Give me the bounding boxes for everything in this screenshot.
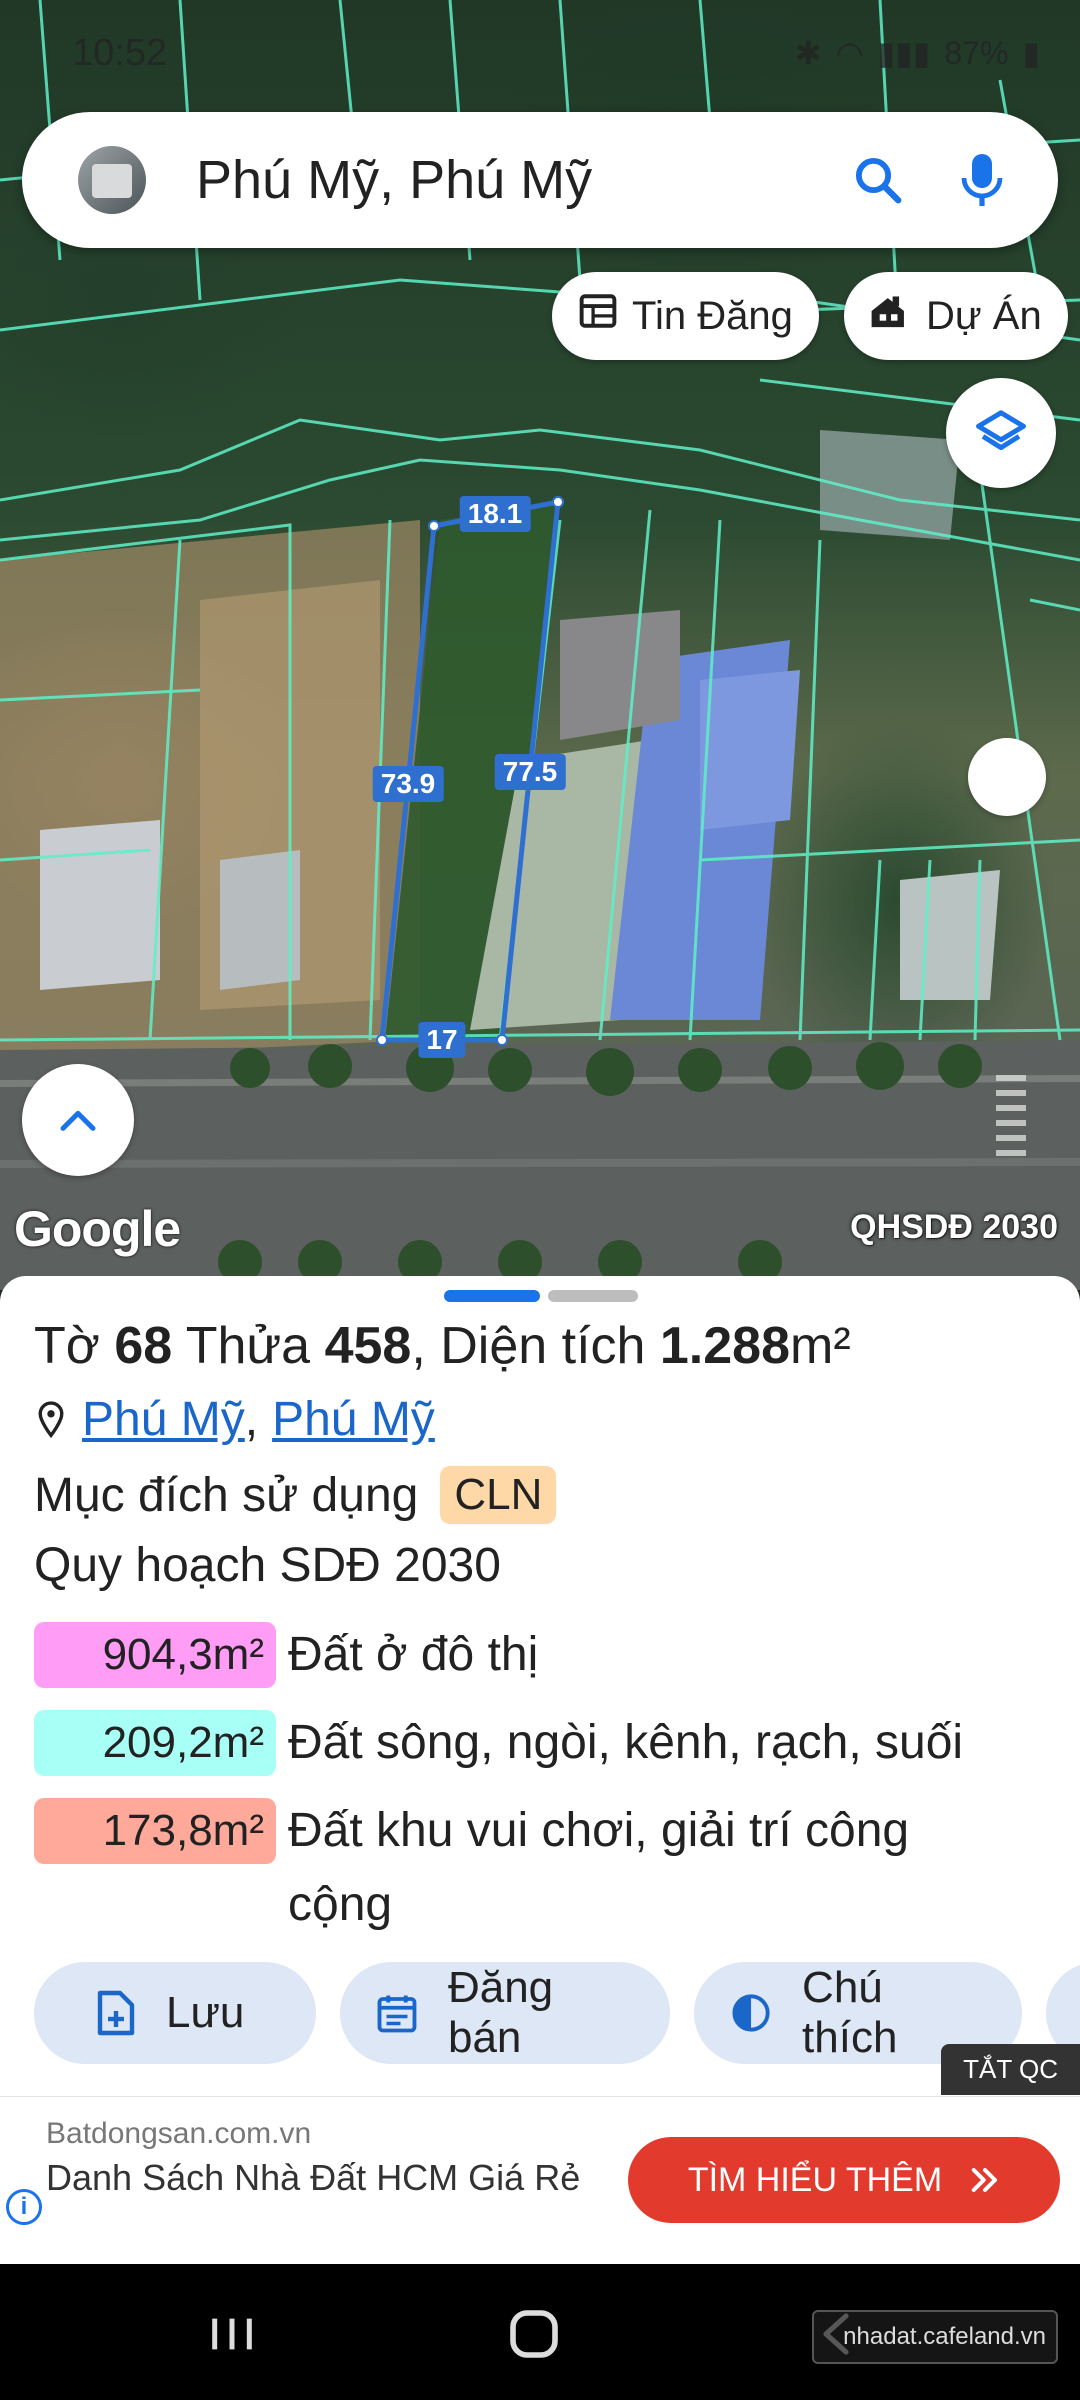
zoning-area-badge: 904,3m² bbox=[34, 1622, 276, 1688]
status-bar: 10:52 ✱ ◠ ▮▮▮ 87% ▮ bbox=[72, 28, 1040, 78]
ad-banner[interactable]: i Batdongsan.com.vn Danh Sách Nhà Đất HC… bbox=[0, 2096, 1080, 2264]
action-bar: Lưu Đăng bán Chú thích bbox=[34, 1962, 1080, 2064]
parcel-title: Tờ 68 Thửa 458, Diện tích 1.288m² bbox=[34, 1316, 851, 1376]
bluetooth-icon: ✱ bbox=[794, 35, 822, 71]
expand-up-button[interactable] bbox=[22, 1064, 134, 1176]
floating-handle-button[interactable] bbox=[968, 738, 1046, 816]
parcel-dimension-left: 73.9 bbox=[372, 766, 444, 802]
location-pin-icon bbox=[38, 1400, 64, 1438]
sheet-page-indicator bbox=[548, 1290, 638, 1302]
save-button[interactable]: Lưu bbox=[34, 1962, 316, 2064]
post-sale-button[interactable]: Đăng bán bbox=[340, 1962, 670, 2064]
building-icon bbox=[870, 293, 912, 339]
zoning-label: Đất khu vui chơi, giải trí công cộng bbox=[288, 1804, 910, 1931]
battery-percent: 87% bbox=[944, 34, 1009, 71]
signal-icon: ▮▮▮ bbox=[877, 35, 931, 71]
map-overlay-label: QHSDĐ 2030 bbox=[850, 1208, 1058, 1246]
ad-cta-button[interactable]: TÌM HIỂU THÊM bbox=[628, 2137, 1060, 2223]
zoning-item: 904,3m² Đất ở đô thị bbox=[34, 1622, 1054, 1692]
ad-title[interactable]: Danh Sách Nhà Đất HCM Giá Rẻ bbox=[46, 2155, 606, 2201]
wifi-icon: ◠ bbox=[835, 35, 864, 71]
home-icon bbox=[510, 2310, 558, 2358]
map-view[interactable]: 18.1 73.9 77.5 17 10:52 ✱ ◠ ▮▮▮ 87% ▮ Ph… bbox=[0, 0, 1080, 1290]
status-icons: ✱ ◠ ▮▮▮ 87% ▮ bbox=[795, 34, 1040, 72]
plot-number: 458 bbox=[324, 1317, 412, 1375]
listings-chip-label: Tin Đăng bbox=[632, 293, 793, 338]
area-label: , Diện tích bbox=[411, 1317, 646, 1375]
ad-cta-label: TÌM HIỂU THÊM bbox=[687, 2160, 943, 2199]
status-time: 10:52 bbox=[72, 31, 168, 74]
home-button[interactable] bbox=[494, 2294, 574, 2374]
double-chevron-right-icon bbox=[971, 2168, 998, 2192]
zoning-label: Đất ở đô thị bbox=[288, 1628, 539, 1681]
save-button-label: Lưu bbox=[166, 1988, 245, 2037]
parcel-location: Phú Mỹ, Phú Mỹ bbox=[34, 1392, 435, 1447]
recent-apps-button[interactable] bbox=[192, 2294, 272, 2374]
google-logo: Google bbox=[14, 1201, 181, 1257]
zoning-label: Đất sông, ngòi, kênh, rạch, suối bbox=[288, 1716, 964, 1769]
search-icon[interactable] bbox=[838, 140, 918, 220]
file-add-icon bbox=[97, 1990, 135, 2036]
table-icon bbox=[578, 293, 618, 339]
location-separator: , bbox=[244, 1393, 259, 1446]
parcel-dimension-top: 18.1 bbox=[459, 496, 531, 532]
avatar[interactable] bbox=[78, 146, 146, 214]
zoning-area-badge: 173,8m² bbox=[34, 1798, 276, 1864]
area-unit: m² bbox=[790, 1317, 851, 1375]
projects-chip-label: Dự Án bbox=[926, 293, 1042, 338]
mic-icon[interactable] bbox=[942, 140, 1022, 220]
parcel-info-sheet: Tờ 68 Thửa 458, Diện tích 1.288m² Phú Mỹ… bbox=[0, 1276, 1080, 2096]
purpose-label: Mục đích sử dụng bbox=[34, 1468, 419, 1522]
parcel-dimension-right: 77.5 bbox=[494, 754, 566, 790]
system-navigation-bar: nhadat.cafeland.vn bbox=[0, 2264, 1080, 2400]
recent-apps-icon bbox=[212, 2318, 252, 2350]
parcel-dimension-bottom: 17 bbox=[418, 1022, 466, 1058]
post-sale-button-label: Đăng bán bbox=[447, 1963, 554, 2062]
projects-chip[interactable]: Dự Án bbox=[844, 272, 1068, 360]
watermark: nhadat.cafeland.vn bbox=[812, 2310, 1058, 2364]
plot-label: Thửa bbox=[185, 1317, 311, 1375]
sheet-handle[interactable] bbox=[444, 1290, 638, 1302]
battery-icon: ▮ bbox=[1022, 35, 1040, 71]
zoning-item: 209,2m² Đất sông, ngòi, kênh, rạch, suối bbox=[34, 1710, 1054, 1780]
purpose-code-badge: CLN bbox=[440, 1466, 557, 1524]
zoning-area-badge: 209,2m² bbox=[34, 1710, 276, 1776]
location-ward-link[interactable]: Phú Mỹ bbox=[82, 1392, 245, 1447]
search-bar[interactable]: Phú Mỹ, Phú Mỹ bbox=[22, 112, 1058, 248]
sheet-label: Tờ bbox=[34, 1317, 100, 1375]
sheet-page-indicator-active bbox=[444, 1290, 540, 1302]
listings-chip[interactable]: Tin Đăng bbox=[552, 272, 819, 360]
area-value: 1.288 bbox=[659, 1317, 791, 1375]
layers-button[interactable] bbox=[946, 378, 1056, 488]
close-ad-button[interactable]: TẮT QC bbox=[941, 2044, 1080, 2095]
sheet-number: 68 bbox=[114, 1317, 173, 1375]
zoning-item: 173,8m² Đất khu vui chơi, giải trí công … bbox=[34, 1798, 1054, 1942]
plan-title: Quy hoạch SDĐ 2030 bbox=[34, 1539, 501, 1592]
location-district-link[interactable]: Phú Mỹ bbox=[272, 1392, 435, 1447]
ad-source: Batdongsan.com.vn bbox=[46, 2117, 312, 2150]
chevron-up-icon bbox=[60, 1110, 96, 1131]
layers-icon bbox=[976, 410, 1026, 451]
calendar-list-icon bbox=[377, 1995, 417, 2033]
ad-info-icon[interactable]: i bbox=[6, 2189, 42, 2225]
contrast-icon bbox=[732, 1994, 770, 2032]
zoning-list: 904,3m² Đất ở đô thị 209,2m² Đất sông, n… bbox=[34, 1622, 1054, 1960]
search-input[interactable]: Phú Mỹ, Phú Mỹ bbox=[196, 149, 838, 211]
land-use-purpose: Mục đích sử dụng CLN bbox=[34, 1466, 557, 1524]
